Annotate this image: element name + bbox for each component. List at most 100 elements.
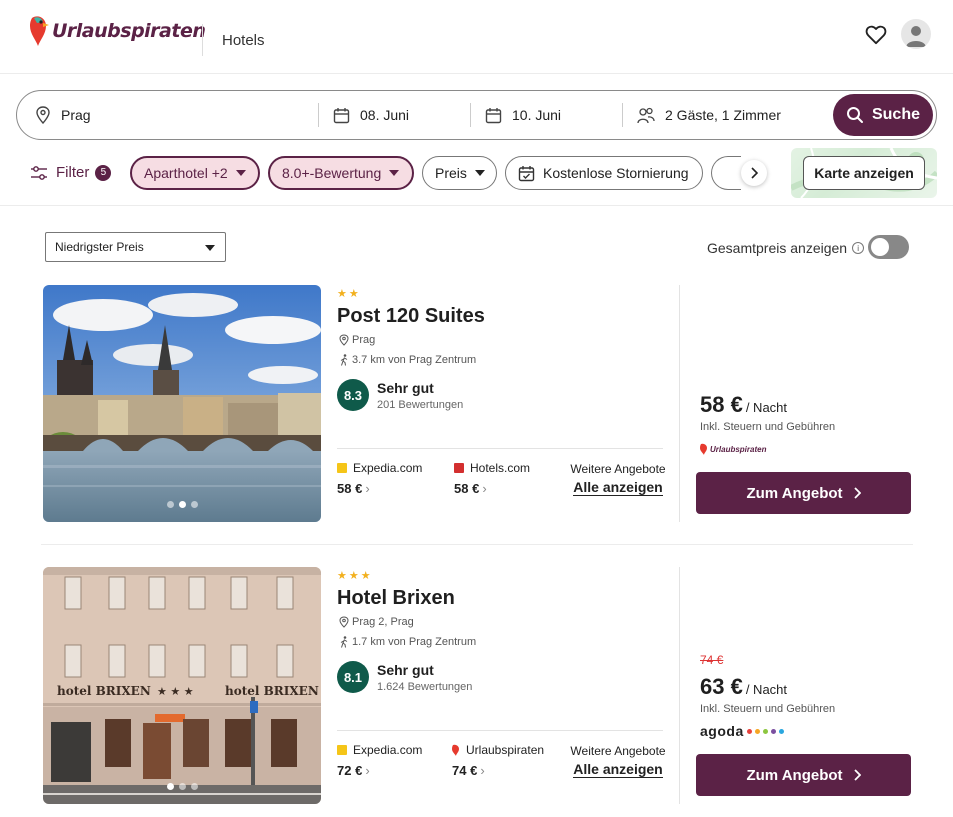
walking-icon [340, 636, 348, 648]
price-value: 58 € [700, 392, 743, 417]
cta-label: Zum Angebot [746, 484, 843, 502]
filter-button[interactable]: Filter 5 [30, 164, 112, 181]
sort-select[interactable]: Niedrigster Preis [45, 232, 226, 262]
offer-price: 72 € [337, 763, 363, 778]
offer-hotels-com[interactable]: Hotels.com 58 € › [454, 461, 530, 496]
total-price-toggle[interactable] [868, 235, 909, 259]
chip-aparthotel[interactable]: Aparthotel +2 [130, 156, 260, 190]
hotel-stars: ★★ [337, 288, 361, 300]
offer-price: 58 € [454, 481, 480, 496]
more-offers: Weitere Angebote Alle anzeigen [563, 743, 673, 778]
chip-overflow[interactable] [711, 156, 741, 190]
rating-score-badge: 8.3 [337, 379, 369, 411]
offer-urlaubspiraten[interactable]: Urlaubspiraten 74 € › [452, 743, 544, 778]
caret-down-icon [474, 170, 485, 176]
hotel-brixen-facade-image: hotel BRIXEN ★ ★ ★ hotel BRIXEN [43, 567, 321, 804]
hotel-distance: 3.7 km von Prag Zentrum [339, 354, 476, 366]
cta-label: Zum Angebot [746, 766, 843, 784]
heart-icon[interactable] [865, 25, 887, 45]
distance-text: 1.7 km von Prag Zentrum [352, 636, 477, 648]
provider-name: Expedia.com [353, 461, 423, 475]
more-offers-label: Weitere Angebote [570, 462, 666, 476]
hotel-location: Prag [339, 334, 375, 346]
search-button[interactable]: Suche [833, 94, 933, 136]
guests-icon [637, 107, 655, 123]
svg-text:hotel BRIXEN: hotel BRIXEN [57, 684, 151, 698]
more-offers: Weitere Angebote Alle anzeigen [563, 461, 673, 496]
nightly-price: 63 € / Nacht [700, 674, 787, 700]
card-separator [41, 544, 913, 545]
chevron-right-icon [853, 487, 861, 499]
parrot-logo-icon [30, 16, 49, 46]
location-pin-icon [339, 616, 349, 628]
info-icon[interactable]: i [852, 242, 865, 254]
rating-score-badge: 8.1 [337, 661, 369, 693]
chevron-right-icon: › [482, 481, 487, 496]
offer-expedia[interactable]: Expedia.com 58 € › [337, 461, 422, 496]
hotel-name[interactable]: Hotel Brixen [337, 587, 455, 610]
search-divider [622, 103, 623, 127]
location-text: Prag [352, 334, 376, 346]
photo-pagination [43, 501, 321, 508]
price-source: agoda [700, 723, 784, 739]
offer-expedia[interactable]: Expedia.com 72 € › [337, 743, 422, 778]
review-count: 1.624 Bewertungen [377, 681, 473, 693]
pagination-dot-active[interactable] [166, 783, 174, 790]
chips-next-button[interactable] [741, 160, 767, 186]
card-divider [679, 567, 680, 804]
walking-icon [340, 354, 348, 366]
calendar-check-icon [518, 165, 535, 181]
toggle-knob [871, 238, 889, 256]
checkin-field[interactable]: 08. Juni [333, 91, 473, 139]
pagination-dot-active[interactable] [178, 501, 186, 508]
distance-text: 3.7 km von Prag Zentrum [352, 354, 477, 366]
hotel-photo[interactable]: hotel BRIXEN ★ ★ ★ hotel BRIXEN [43, 567, 321, 804]
filter-label: Filter [56, 164, 90, 181]
destination-value: Prag [61, 107, 91, 123]
urlaubspiraten-logo-icon [452, 744, 459, 756]
to-offer-button[interactable]: Zum Angebot [696, 754, 911, 796]
show-all-offers-link[interactable]: Alle anzeigen [573, 479, 663, 496]
photo-pagination [43, 783, 321, 790]
pagination-dot[interactable] [190, 783, 198, 790]
offer-price: 74 € [452, 763, 478, 778]
pagination-dot[interactable] [190, 501, 198, 508]
old-price: 74 € [700, 653, 724, 667]
pagination-dot[interactable] [166, 501, 174, 508]
guests-field[interactable]: 2 Gäste, 1 Zimmer [637, 91, 827, 139]
destination-field[interactable]: Prag [35, 91, 325, 139]
per-night-label: / Nacht [745, 400, 788, 415]
hotel-card[interactable]: hotel BRIXEN ★ ★ ★ hotel BRIXEN ★★★ Hote… [43, 567, 913, 804]
filter-count-badge: 5 [95, 164, 112, 181]
caret-down-icon [389, 170, 400, 176]
user-icon [906, 26, 926, 47]
show-map-button[interactable]: Karte anzeigen [803, 156, 925, 190]
checkin-value: 08. Juni [360, 107, 410, 123]
chevron-right-icon: › [365, 763, 370, 778]
hotel-name[interactable]: Post 120 Suites [337, 305, 485, 328]
brand-name: Urlaubspiraten [52, 20, 206, 42]
hotel-card[interactable]: ★★ Post 120 Suites Prag 3.7 km von Prag … [43, 285, 913, 522]
chip-rating[interactable]: 8.0+-Bewertung [268, 156, 414, 190]
caret-down-icon [205, 245, 215, 251]
price-note: Inkl. Steuern und Gebühren [700, 421, 836, 433]
provider-name: Expedia.com [353, 743, 423, 757]
brand-logo[interactable]: Urlaubspiraten [28, 14, 206, 48]
user-avatar[interactable] [901, 19, 931, 49]
caret-down-icon [235, 170, 246, 176]
chip-price[interactable]: Preis [422, 156, 497, 190]
chip-free-cancellation[interactable]: Kostenlose Stornierung [505, 156, 703, 190]
show-all-offers-link[interactable]: Alle anzeigen [573, 761, 663, 778]
agoda-dots-icon [746, 728, 784, 734]
sliders-icon [31, 165, 47, 180]
section-title[interactable]: Hotels [222, 32, 265, 49]
checkout-field[interactable]: 10. Juni [485, 91, 625, 139]
search-bar: Prag 08. Juni 10. Juni 2 Gäste, 1 Zimmer [16, 90, 937, 140]
offers-divider [337, 448, 663, 449]
to-offer-button[interactable]: Zum Angebot [696, 472, 911, 514]
hotel-photo[interactable] [43, 285, 321, 522]
pagination-dot[interactable] [178, 783, 186, 790]
total-price-label: Gesamtpreis anzeigen i [707, 240, 865, 256]
expedia-icon [337, 745, 347, 755]
header-divider [202, 24, 203, 56]
